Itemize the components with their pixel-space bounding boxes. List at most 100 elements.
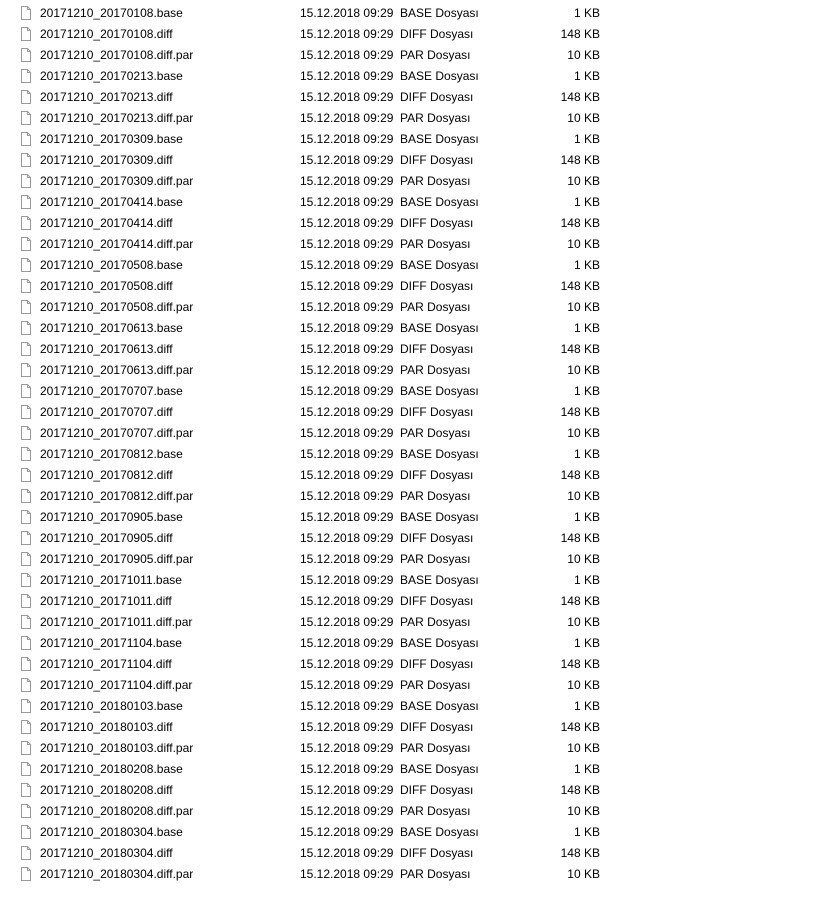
list-item[interactable]: 20171210_20171011.base 15.12.2018 09:29 … [0,569,825,590]
file-icon [18,362,34,378]
file-type: PAR Dosyası [400,804,530,818]
file-size: 1 KB [530,699,600,713]
list-item[interactable]: 20171210_20170414.base 15.12.2018 09:29 … [0,191,825,212]
file-size: 1 KB [530,6,600,20]
file-size: 148 KB [530,405,600,419]
list-item[interactable]: 20171210_20170213.diff.par 15.12.2018 09… [0,107,825,128]
file-type: DIFF Dosyası [400,468,530,482]
file-name: 20171210_20170508.base [40,258,300,272]
file-date: 15.12.2018 09:29 [300,132,400,146]
file-type: PAR Dosyası [400,678,530,692]
list-item[interactable]: 20171210_20171104.diff.par 15.12.2018 09… [0,674,825,695]
file-date: 15.12.2018 09:29 [300,468,400,482]
list-item[interactable]: 20171210_20170414.diff.par 15.12.2018 09… [0,233,825,254]
file-type: DIFF Dosyası [400,531,530,545]
file-name: 20171210_20170213.diff.par [40,111,300,125]
file-size: 10 KB [530,678,600,692]
list-item[interactable]: 20171210_20170108.diff.par 15.12.2018 09… [0,44,825,65]
list-item[interactable]: 20171210_20171104.diff 15.12.2018 09:29 … [0,653,825,674]
file-type: DIFF Dosyası [400,657,530,671]
file-size: 148 KB [530,657,600,671]
file-type: BASE Dosyası [400,6,530,20]
list-item[interactable]: 20171210_20170508.base 15.12.2018 09:29 … [0,254,825,275]
list-item[interactable]: 20171210_20170613.diff 15.12.2018 09:29 … [0,338,825,359]
list-item[interactable]: 20171210_20170812.base 15.12.2018 09:29 … [0,443,825,464]
list-item[interactable]: 20171210_20170213.diff 15.12.2018 09:29 … [0,86,825,107]
file-icon [18,446,34,462]
file-size: 10 KB [530,804,600,818]
list-item[interactable]: 20171210_20170812.diff 15.12.2018 09:29 … [0,464,825,485]
file-date: 15.12.2018 09:29 [300,804,400,818]
list-item[interactable]: 20171210_20170905.base 15.12.2018 09:29 … [0,506,825,527]
file-date: 15.12.2018 09:29 [300,237,400,251]
list-item[interactable]: 20171210_20171011.diff 15.12.2018 09:29 … [0,590,825,611]
file-date: 15.12.2018 09:29 [300,321,400,335]
list-item[interactable]: 20171210_20170812.diff.par 15.12.2018 09… [0,485,825,506]
list-item[interactable]: 20171210_20170707.diff 15.12.2018 09:29 … [0,401,825,422]
file-name: 20171210_20170905.diff.par [40,552,300,566]
file-name: 20171210_20170108.diff.par [40,48,300,62]
list-item[interactable]: 20171210_20170414.diff 15.12.2018 09:29 … [0,212,825,233]
file-icon [18,593,34,609]
file-icon [18,677,34,693]
file-type: PAR Dosyası [400,237,530,251]
file-name: 20171210_20180208.base [40,762,300,776]
list-item[interactable]: 20171210_20170309.diff.par 15.12.2018 09… [0,170,825,191]
file-type: DIFF Dosyası [400,27,530,41]
file-type: PAR Dosyası [400,741,530,755]
list-item[interactable]: 20171210_20170905.diff.par 15.12.2018 09… [0,548,825,569]
list-item[interactable]: 20171210_20170108.diff 15.12.2018 09:29 … [0,23,825,44]
file-name: 20171210_20170905.diff [40,531,300,545]
file-date: 15.12.2018 09:29 [300,405,400,419]
file-size: 10 KB [530,741,600,755]
list-item[interactable]: 20171210_20170905.diff 15.12.2018 09:29 … [0,527,825,548]
file-icon [18,761,34,777]
file-size: 10 KB [530,867,600,881]
file-size: 148 KB [530,279,600,293]
file-name: 20171210_20170508.diff [40,279,300,293]
list-item[interactable]: 20171210_20180103.diff.par 15.12.2018 09… [0,737,825,758]
file-size: 10 KB [530,552,600,566]
file-size: 10 KB [530,300,600,314]
file-name: 20171210_20170309.diff [40,153,300,167]
list-item[interactable]: 20171210_20180208.diff 15.12.2018 09:29 … [0,779,825,800]
file-size: 10 KB [530,615,600,629]
list-item[interactable]: 20171210_20180304.base 15.12.2018 09:29 … [0,821,825,842]
file-date: 15.12.2018 09:29 [300,195,400,209]
file-size: 148 KB [530,216,600,230]
list-item[interactable]: 20171210_20170309.base 15.12.2018 09:29 … [0,128,825,149]
file-icon [18,530,34,546]
list-item[interactable]: 20171210_20170707.base 15.12.2018 09:29 … [0,380,825,401]
file-date: 15.12.2018 09:29 [300,48,400,62]
list-item[interactable]: 20171210_20170309.diff 15.12.2018 09:29 … [0,149,825,170]
file-size: 1 KB [530,573,600,587]
list-item[interactable]: 20171210_20180208.base 15.12.2018 09:29 … [0,758,825,779]
list-item[interactable]: 20171210_20180103.diff 15.12.2018 09:29 … [0,716,825,737]
file-date: 15.12.2018 09:29 [300,636,400,650]
list-item[interactable]: 20171210_20180208.diff.par 15.12.2018 09… [0,800,825,821]
file-date: 15.12.2018 09:29 [300,300,400,314]
file-type: BASE Dosyası [400,762,530,776]
file-type: DIFF Dosyası [400,594,530,608]
list-item[interactable]: 20171210_20170108.base 15.12.2018 09:29 … [0,2,825,23]
file-name: 20171210_20180304.diff [40,846,300,860]
file-date: 15.12.2018 09:29 [300,720,400,734]
list-item[interactable]: 20171210_20171104.base 15.12.2018 09:29 … [0,632,825,653]
list-item[interactable]: 20171210_20171011.diff.par 15.12.2018 09… [0,611,825,632]
list-item[interactable]: 20171210_20170613.base 15.12.2018 09:29 … [0,317,825,338]
list-item[interactable]: 20171210_20170508.diff.par 15.12.2018 09… [0,296,825,317]
list-item[interactable]: 20171210_20180103.base 15.12.2018 09:29 … [0,695,825,716]
file-type: BASE Dosyası [400,573,530,587]
list-item[interactable]: 20171210_20170508.diff 15.12.2018 09:29 … [0,275,825,296]
list-item[interactable]: 20171210_20180304.diff.par 15.12.2018 09… [0,863,825,884]
list-item[interactable]: 20171210_20180304.diff 15.12.2018 09:29 … [0,842,825,863]
file-date: 15.12.2018 09:29 [300,783,400,797]
list-item[interactable]: 20171210_20170707.diff.par 15.12.2018 09… [0,422,825,443]
file-type: DIFF Dosyası [400,405,530,419]
file-type: PAR Dosyası [400,867,530,881]
file-name: 20171210_20171104.base [40,636,300,650]
list-item[interactable]: 20171210_20170213.base 15.12.2018 09:29 … [0,65,825,86]
file-type: PAR Dosyası [400,300,530,314]
list-item[interactable]: 20171210_20170613.diff.par 15.12.2018 09… [0,359,825,380]
file-size: 10 KB [530,426,600,440]
